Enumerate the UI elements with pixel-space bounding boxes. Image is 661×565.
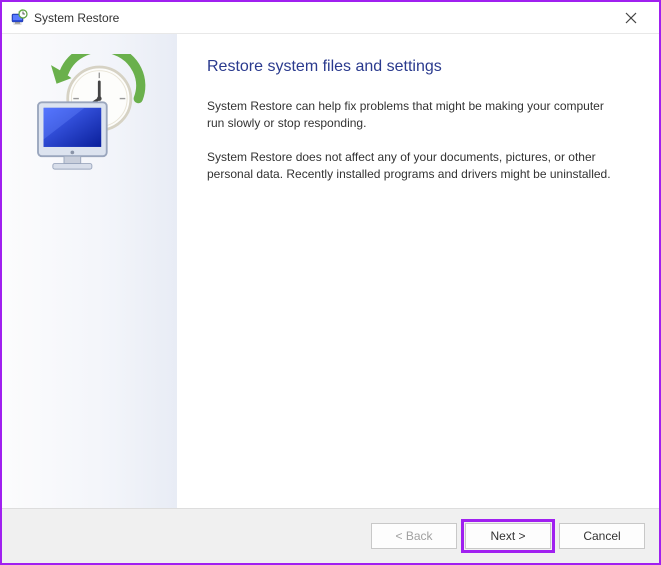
- restore-illustration-icon: [25, 54, 155, 184]
- right-pane: Restore system files and settings System…: [177, 34, 659, 508]
- close-icon: [625, 12, 637, 24]
- back-button: < Back: [371, 523, 457, 549]
- system-restore-icon: [10, 9, 28, 27]
- intro-paragraph-1: System Restore can help fix problems tha…: [207, 98, 617, 133]
- titlebar: System Restore: [2, 2, 659, 34]
- window-title: System Restore: [34, 11, 611, 25]
- left-pane: [2, 34, 177, 508]
- intro-paragraph-2: System Restore does not affect any of yo…: [207, 149, 617, 184]
- footer-buttons: < Back Next > Cancel: [2, 509, 659, 563]
- next-button[interactable]: Next >: [465, 523, 551, 549]
- page-heading: Restore system files and settings: [207, 58, 629, 76]
- content-area: Restore system files and settings System…: [2, 34, 659, 509]
- cancel-button[interactable]: Cancel: [559, 523, 645, 549]
- close-button[interactable]: [611, 4, 651, 32]
